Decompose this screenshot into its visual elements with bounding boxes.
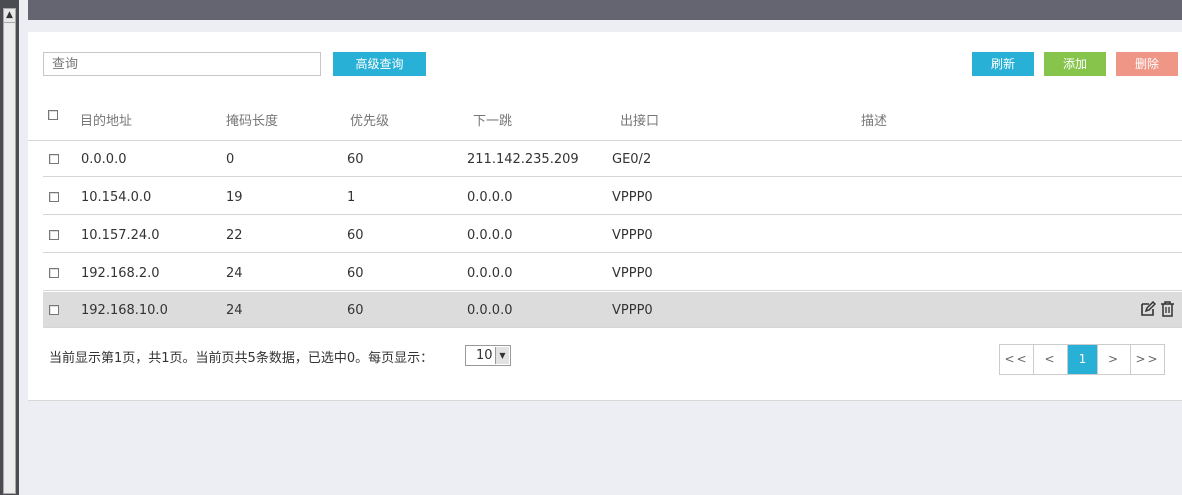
vertical-scrollbar[interactable]: ▲: [0, 0, 19, 495]
cell-destination: 10.154.0.0: [81, 190, 152, 205]
refresh-button[interactable]: 刷新: [972, 52, 1034, 76]
column-header-description[interactable]: 描述: [861, 110, 887, 129]
cell-mask-length: 19: [226, 190, 243, 205]
chevron-down-icon[interactable]: ▼: [495, 347, 509, 364]
table-row[interactable]: 10.157.24.0 22 60 0.0.0.0 VPPP0: [43, 217, 1182, 253]
cell-destination: 0.0.0.0: [81, 152, 127, 167]
cell-interface: GE0/2: [612, 152, 652, 167]
add-button[interactable]: 添加: [1044, 52, 1106, 76]
next-page-button[interactable]: >: [1098, 345, 1131, 374]
select-all-checkbox[interactable]: [48, 110, 58, 120]
cell-interface: VPPP0: [612, 266, 653, 281]
cell-mask-length: 0: [226, 152, 235, 167]
cell-interface: VPPP0: [612, 303, 653, 318]
first-page-button[interactable]: <<: [1000, 345, 1034, 374]
cell-next-hop: 0.0.0.0: [467, 190, 513, 205]
cell-priority: 60: [347, 152, 364, 167]
scrollbar-thumb[interactable]: [3, 22, 16, 494]
cell-destination: 192.168.10.0: [81, 303, 168, 318]
page-1-button[interactable]: 1: [1068, 345, 1098, 374]
cell-mask-length: 24: [226, 266, 243, 281]
cell-mask-length: 24: [226, 303, 243, 318]
column-header-destination[interactable]: 目的地址: [80, 110, 132, 129]
edit-icon[interactable]: [1140, 301, 1156, 317]
cell-destination: 192.168.2.0: [81, 266, 160, 281]
pagination: << < 1 > >>: [999, 344, 1165, 375]
column-header-interface[interactable]: 出接口: [620, 110, 659, 129]
cell-next-hop: 0.0.0.0: [467, 303, 513, 318]
scrollbar-gutter: [19, 0, 28, 495]
cell-priority: 60: [347, 228, 364, 243]
cell-priority: 60: [347, 266, 364, 281]
table-row-hovered[interactable]: 192.168.10.0 24 60 0.0.0.0 VPPP0: [43, 292, 1182, 328]
delete-button[interactable]: 删除: [1116, 52, 1178, 76]
cell-interface: VPPP0: [612, 228, 653, 243]
column-header-mask-length[interactable]: 掩码长度: [226, 110, 278, 129]
last-page-button[interactable]: >>: [1131, 345, 1164, 374]
row-checkbox[interactable]: [49, 268, 59, 278]
row-checkbox[interactable]: [49, 305, 59, 315]
cell-mask-length: 22: [226, 228, 243, 243]
route-table-panel: 高级查询 刷新 添加 删除 目的地址 掩码长度 优先级 下一跳 出接口 描述 0…: [28, 32, 1182, 401]
cell-priority: 1: [347, 190, 356, 205]
page-size-value: 10: [476, 348, 493, 363]
cell-next-hop: 0.0.0.0: [467, 266, 513, 281]
trash-icon[interactable]: [1160, 301, 1175, 317]
table-row[interactable]: 192.168.2.0 24 60 0.0.0.0 VPPP0: [43, 255, 1182, 291]
cell-destination: 10.157.24.0: [81, 228, 160, 243]
table-row[interactable]: 0.0.0.0 0 60 211.142.235.209 GE0/2: [43, 141, 1182, 177]
cell-interface: VPPP0: [612, 190, 653, 205]
row-checkbox[interactable]: [49, 230, 59, 240]
header-spacer: [28, 20, 1182, 32]
row-actions: [1140, 301, 1176, 319]
column-header-next-hop[interactable]: 下一跳: [473, 110, 512, 129]
page-size-select[interactable]: 10 ▼: [465, 345, 511, 366]
cell-next-hop: 0.0.0.0: [467, 228, 513, 243]
top-header-bar: [28, 0, 1182, 20]
scroll-up-arrow-icon[interactable]: ▲: [3, 8, 16, 23]
row-checkbox[interactable]: [49, 154, 59, 164]
prev-page-button[interactable]: <: [1034, 345, 1068, 374]
table-header: 目的地址 掩码长度 优先级 下一跳 出接口 描述: [28, 104, 1182, 141]
column-header-priority[interactable]: 优先级: [350, 110, 389, 129]
cell-next-hop: 211.142.235.209: [467, 152, 579, 167]
cell-priority: 60: [347, 303, 364, 318]
pagination-status: 当前显示第1页，共1页。当前页共5条数据，已选中0。每页显示：: [49, 351, 434, 366]
search-input[interactable]: [43, 52, 321, 76]
row-checkbox[interactable]: [49, 192, 59, 202]
advanced-search-button[interactable]: 高级查询: [333, 52, 426, 76]
table-row[interactable]: 10.154.0.0 19 1 0.0.0.0 VPPP0: [43, 179, 1182, 215]
